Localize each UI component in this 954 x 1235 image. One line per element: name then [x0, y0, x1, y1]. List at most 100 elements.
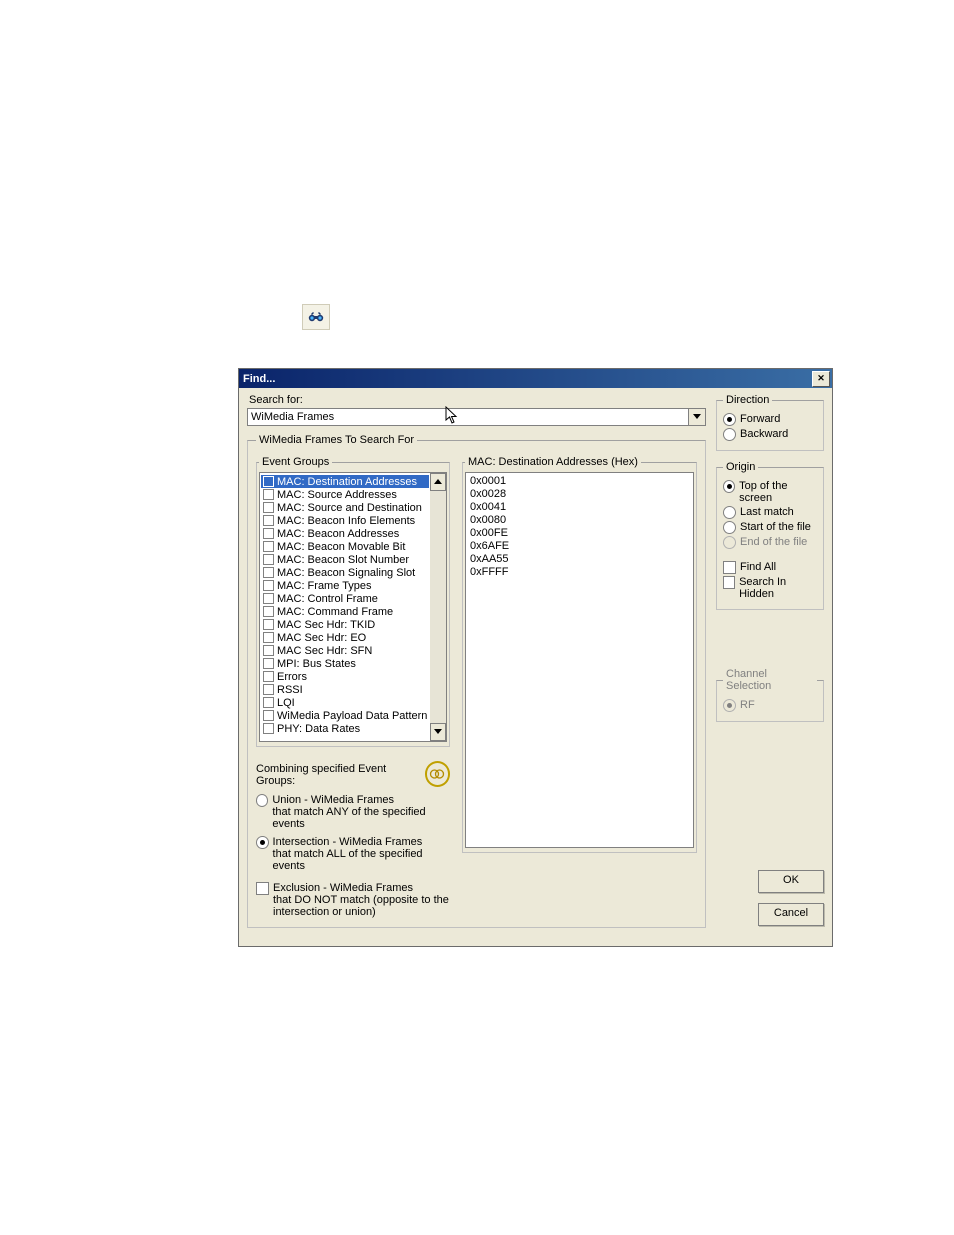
- find-all-checkbox[interactable]: Find All: [723, 560, 817, 575]
- origin-option[interactable]: Last match: [723, 505, 817, 520]
- search-for-label: Search for:: [249, 394, 706, 406]
- forward-radio[interactable]: Forward: [723, 412, 817, 427]
- checkbox-icon: [263, 606, 274, 617]
- event-group-item[interactable]: MAC: Beacon Signaling Slot: [261, 566, 429, 579]
- combine-label: Combining specified Event Groups:: [256, 763, 425, 787]
- event-group-label: MAC: Source and Destination: [277, 502, 422, 514]
- address-values-fieldset: MAC: Destination Addresses (Hex) 0x00010…: [462, 456, 697, 853]
- event-group-item[interactable]: MAC: Command Frame: [261, 605, 429, 618]
- event-groups-legend: Event Groups: [259, 456, 332, 468]
- event-groups-scrollbar[interactable]: [430, 473, 446, 741]
- channel-selection-legend: Channel Selection: [723, 668, 817, 692]
- exclusion-checkbox[interactable]: Exclusion - WiMedia Frames that DO NOT m…: [256, 881, 450, 919]
- event-group-label: MPI: Bus States: [277, 658, 356, 670]
- event-group-label: LQI: [277, 697, 295, 709]
- event-group-item[interactable]: MAC: Control Frame: [261, 592, 429, 605]
- event-group-item[interactable]: MAC: Frame Types: [261, 579, 429, 592]
- checkbox-icon: [263, 658, 274, 669]
- address-values-legend: MAC: Destination Addresses (Hex): [465, 456, 641, 468]
- event-group-item[interactable]: MAC: Source Addresses: [261, 488, 429, 501]
- checkbox-icon: [263, 541, 274, 552]
- event-group-item[interactable]: WiMedia Payload Data Pattern: [261, 709, 429, 722]
- event-group-label: PHY: Data Rates: [277, 723, 360, 735]
- address-value-item[interactable]: 0x0041: [470, 501, 689, 514]
- venn-icon: [425, 761, 451, 787]
- close-button[interactable]: ✕: [812, 371, 830, 387]
- event-group-label: MAC: Beacon Addresses: [277, 528, 399, 540]
- ok-button[interactable]: OK: [758, 870, 824, 893]
- checkbox-icon: [263, 593, 274, 604]
- event-group-item[interactable]: MAC Sec Hdr: EO: [261, 631, 429, 644]
- origin-option[interactable]: Start of the file: [723, 520, 817, 535]
- event-group-item[interactable]: MAC Sec Hdr: SFN: [261, 644, 429, 657]
- checkbox-icon: [263, 671, 274, 682]
- search-for-dropdown-button[interactable]: [689, 408, 706, 426]
- event-group-label: MAC: Beacon Movable Bit: [277, 541, 405, 553]
- origin-legend: Origin: [723, 461, 758, 473]
- search-params-fieldset: WiMedia Frames To Search For Event Group…: [247, 434, 706, 928]
- event-group-item[interactable]: MAC: Source and Destination: [261, 501, 429, 514]
- checkbox-icon: [263, 580, 274, 591]
- event-group-label: MAC: Beacon Signaling Slot: [277, 567, 415, 579]
- event-group-label: MAC: Command Frame: [277, 606, 393, 618]
- titlebar: Find... ✕: [239, 369, 832, 388]
- checkbox-icon: [263, 528, 274, 539]
- address-value-item[interactable]: 0x0080: [470, 514, 689, 527]
- intersection-radio[interactable]: Intersection - WiMedia Frames that match…: [256, 835, 450, 873]
- event-group-item[interactable]: MAC Sec Hdr: TKID: [261, 618, 429, 631]
- address-values-listbox[interactable]: 0x00010x00280x00410x00800x00FE0x6AFE0xAA…: [465, 472, 694, 848]
- checkbox-icon: [263, 723, 274, 734]
- checkbox-icon: [263, 489, 274, 500]
- event-group-item[interactable]: MAC: Beacon Movable Bit: [261, 540, 429, 553]
- event-group-label: RSSI: [277, 684, 303, 696]
- chevron-down-icon: [693, 414, 701, 420]
- event-group-label: MAC Sec Hdr: EO: [277, 632, 366, 644]
- scroll-down-button[interactable]: [430, 723, 446, 741]
- search-params-legend: WiMedia Frames To Search For: [256, 434, 417, 446]
- event-group-label: MAC: Beacon Info Elements: [277, 515, 415, 527]
- direction-legend: Direction: [723, 394, 772, 406]
- backward-radio[interactable]: Backward: [723, 427, 817, 442]
- event-group-item[interactable]: MAC: Beacon Addresses: [261, 527, 429, 540]
- event-group-label: MAC: Source Addresses: [277, 489, 397, 501]
- origin-fieldset: Origin Top of the screenLast matchStart …: [716, 461, 824, 610]
- checkbox-icon: [263, 684, 274, 695]
- event-group-item[interactable]: Errors: [261, 670, 429, 683]
- event-group-label: WiMedia Payload Data Pattern: [277, 710, 427, 722]
- address-value-item[interactable]: 0xAA55: [470, 553, 689, 566]
- find-dialog: Find... ✕ Search for: WiMedia Frames To …: [238, 368, 833, 947]
- direction-fieldset: Direction Forward Backward: [716, 394, 824, 451]
- event-group-label: MAC: Frame Types: [277, 580, 372, 592]
- checkbox-icon: [263, 567, 274, 578]
- event-group-item[interactable]: PHY: Data Rates: [261, 722, 429, 735]
- event-group-item[interactable]: MAC: Destination Addresses: [261, 475, 429, 488]
- event-group-item[interactable]: MAC: Beacon Info Elements: [261, 514, 429, 527]
- address-value-item[interactable]: 0x0028: [470, 488, 689, 501]
- event-group-label: MAC Sec Hdr: SFN: [277, 645, 372, 657]
- event-group-item[interactable]: RSSI: [261, 683, 429, 696]
- search-hidden-checkbox[interactable]: Search In Hidden: [723, 575, 817, 601]
- event-group-item[interactable]: LQI: [261, 696, 429, 709]
- event-group-label: MAC: Destination Addresses: [277, 476, 417, 488]
- find-toolbar-icon[interactable]: [302, 304, 330, 330]
- rf-radio: RF: [723, 698, 817, 713]
- event-group-item[interactable]: MPI: Bus States: [261, 657, 429, 670]
- address-value-item[interactable]: 0x00FE: [470, 527, 689, 540]
- address-value-item[interactable]: 0x0001: [470, 475, 689, 488]
- event-group-label: MAC: Beacon Slot Number: [277, 554, 409, 566]
- origin-option: End of the file: [723, 535, 817, 550]
- event-groups-listbox[interactable]: MAC: Destination AddressesMAC: Source Ad…: [259, 472, 447, 742]
- address-value-item[interactable]: 0xFFFF: [470, 566, 689, 579]
- event-group-label: Errors: [277, 671, 307, 683]
- event-group-item[interactable]: MAC: Beacon Slot Number: [261, 553, 429, 566]
- checkbox-icon: [263, 632, 274, 643]
- address-value-item[interactable]: 0x6AFE: [470, 540, 689, 553]
- origin-option[interactable]: Top of the screen: [723, 479, 817, 505]
- cancel-button[interactable]: Cancel: [758, 903, 824, 926]
- checkbox-icon: [263, 710, 274, 721]
- scroll-up-button[interactable]: [430, 473, 446, 491]
- search-for-combobox[interactable]: [247, 408, 689, 426]
- window-title: Find...: [243, 373, 275, 385]
- union-radio[interactable]: Union - WiMedia Frames that match ANY of…: [256, 793, 450, 831]
- event-group-label: MAC Sec Hdr: TKID: [277, 619, 375, 631]
